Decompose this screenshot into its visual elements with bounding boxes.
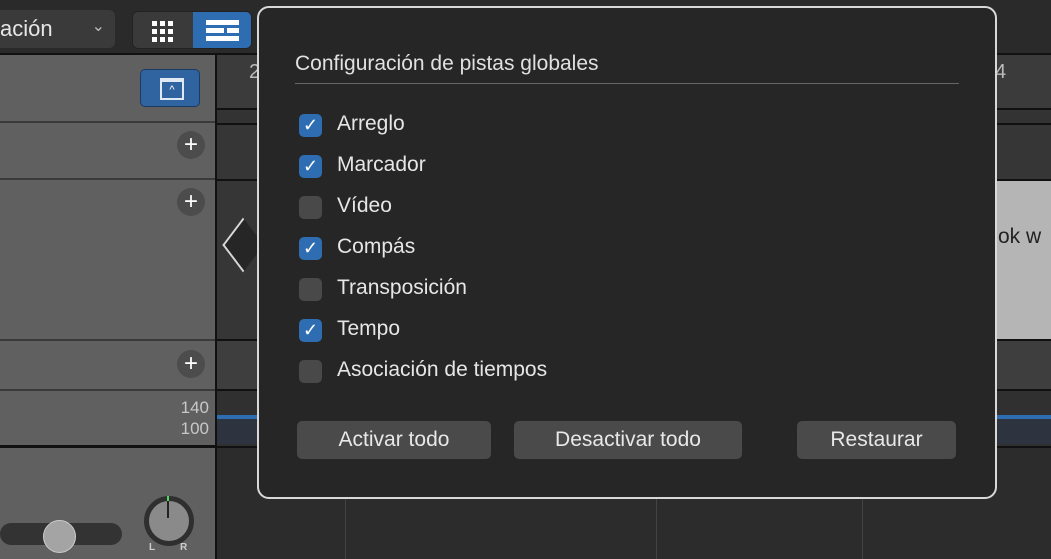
option-label: Tempo <box>337 317 401 340</box>
global-header-row: ^ <box>0 55 215 123</box>
tempo-max: 140 <box>180 398 209 417</box>
collapse-icon: ^ <box>160 78 184 100</box>
grid-view-button[interactable] <box>133 12 193 48</box>
collapse-global-tracks-button[interactable]: ^ <box>140 69 200 107</box>
pan-knob[interactable] <box>144 496 194 546</box>
option-label: Asociación de tiempos <box>337 358 548 381</box>
divider <box>295 83 959 84</box>
global-tracks-popover: Configuración de pistas globales ✓ Arregl… <box>257 6 997 499</box>
view-dropdown[interactable]: ación ⌄ <box>0 10 115 48</box>
view-toggle <box>132 11 252 49</box>
checkbox-unchecked[interactable] <box>299 196 322 219</box>
checkbox-unchecked[interactable] <box>299 360 322 383</box>
marker-text: ok w <box>998 225 1042 248</box>
tracks-view-button[interactable] <box>193 12 251 48</box>
option-label: Compás <box>337 235 416 258</box>
option-label: Marcador <box>337 153 426 176</box>
signature-track-header: + <box>0 341 215 391</box>
pan-right-label: R <box>180 542 188 553</box>
checkbox-checked[interactable]: ✓ <box>299 237 322 260</box>
checkbox-checked[interactable]: ✓ <box>299 319 322 342</box>
tracks-icon <box>206 20 239 41</box>
restore-button[interactable]: Restaurar <box>797 421 956 459</box>
option-label: Arreglo <box>337 112 405 135</box>
option-label: Transposición <box>337 276 467 299</box>
marker-region[interactable]: ok w <box>996 181 1051 339</box>
checkbox-unchecked[interactable] <box>299 278 322 301</box>
pan-left-label: L <box>149 542 156 553</box>
volume-slider-thumb[interactable] <box>43 520 76 553</box>
arrangement-track-header: + <box>0 123 215 180</box>
add-icon[interactable]: + <box>177 131 205 159</box>
popover-title: Configuración de pistas globales <box>295 52 599 75</box>
add-icon[interactable]: + <box>177 350 205 378</box>
checkbox-checked[interactable]: ✓ <box>299 114 322 137</box>
deactivate-all-button[interactable]: Desactivar todo <box>514 421 742 459</box>
marker-track-header: + <box>0 180 215 341</box>
dropdown-label: ación <box>0 16 53 41</box>
option-label: Vídeo <box>337 194 392 217</box>
activate-all-button[interactable]: Activar todo <box>297 421 491 459</box>
tempo-range: 140 100 <box>181 397 209 439</box>
checkbox-checked[interactable]: ✓ <box>299 155 322 178</box>
tempo-min: 100 <box>180 419 209 438</box>
grid-icon <box>152 21 173 42</box>
tempo-track-header: 140 100 <box>0 391 215 448</box>
add-icon[interactable]: + <box>177 188 205 216</box>
track-headers: ^ + + + 140 100 L R <box>0 55 217 559</box>
chevron-down-icon: ⌄ <box>91 18 105 35</box>
